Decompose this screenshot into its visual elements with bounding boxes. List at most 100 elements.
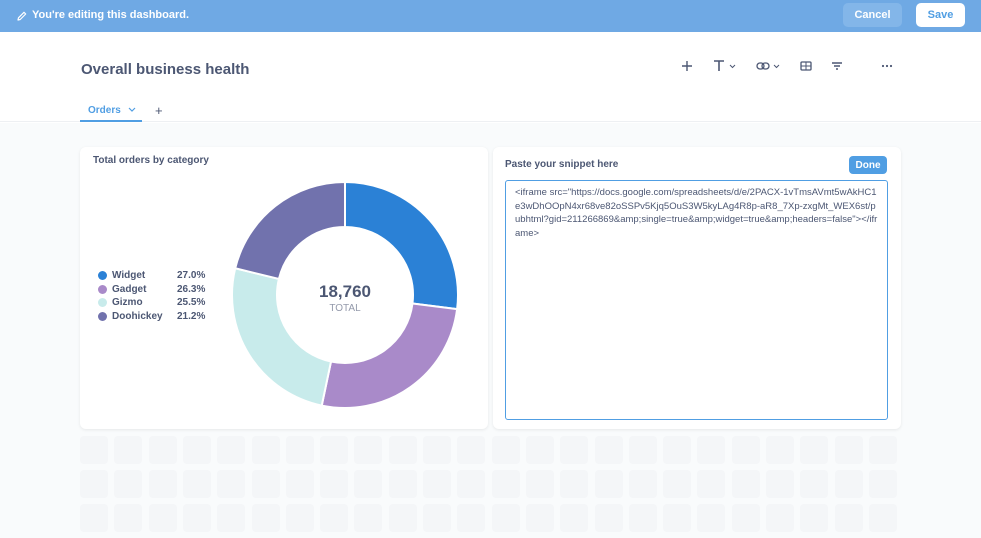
donut-slice-gadget[interactable] xyxy=(320,302,459,409)
grid-cell xyxy=(114,504,143,532)
legend-dot xyxy=(98,298,107,308)
grid-cell xyxy=(560,504,589,532)
legend-value: 21.2% xyxy=(177,310,206,322)
snippet-card: Paste your snippet here Done <iframe src… xyxy=(493,147,901,429)
grid-cell xyxy=(560,470,589,498)
grid-cell xyxy=(80,436,108,464)
grid-cell xyxy=(731,504,760,532)
legend-label: Gadget xyxy=(112,283,147,295)
chart-card[interactable]: Total orders by category Widget 27.0% Gadg… xyxy=(80,147,488,429)
grid-cell xyxy=(800,470,829,498)
add-link-icon[interactable] xyxy=(755,58,783,74)
total-value: 18,760 xyxy=(319,282,371,301)
grid-cell xyxy=(731,436,760,464)
grid-cell xyxy=(491,436,520,464)
legend-item[interactable]: Widget 27.0% xyxy=(98,269,217,283)
grid-cell xyxy=(354,470,383,498)
grid-cell xyxy=(697,504,726,532)
legend-item[interactable]: Gizmo 25.5% xyxy=(98,296,217,310)
grid-cell xyxy=(320,504,349,532)
grid-cell xyxy=(457,504,486,532)
grid-cell xyxy=(182,504,211,532)
grid-cell xyxy=(868,436,897,464)
grid-cell xyxy=(663,436,692,464)
grid-cell xyxy=(217,436,246,464)
grid-cell xyxy=(80,470,108,498)
grid-cell xyxy=(251,470,280,498)
grid-cell xyxy=(766,470,794,498)
save-button[interactable]: Save xyxy=(916,3,965,27)
grid-cell xyxy=(354,436,383,464)
grid-cell xyxy=(525,504,554,532)
grid-cell xyxy=(285,470,314,498)
grid-cell xyxy=(388,504,417,532)
grid-cell xyxy=(628,504,657,532)
grid-cell xyxy=(217,470,246,498)
dashboard-header: Overall business health Orders + xyxy=(0,32,981,122)
grid-cell xyxy=(148,436,177,464)
grid-cell xyxy=(560,436,589,464)
grid-cell xyxy=(285,436,314,464)
legend-value: 27.0% xyxy=(177,270,206,282)
grid-cell xyxy=(423,470,451,498)
donut-slice-doohickey[interactable] xyxy=(233,182,346,281)
grid-cell xyxy=(182,436,211,464)
edit-mode-message: You're editing this dashboard. xyxy=(32,9,190,21)
grid-cell xyxy=(525,470,554,498)
legend-dot xyxy=(98,271,107,281)
donut-chart: 18,760 TOTAL xyxy=(231,182,459,409)
grid-cell xyxy=(423,504,451,532)
grid-cell xyxy=(217,504,246,532)
tab-orders[interactable]: Orders xyxy=(80,102,142,122)
more-options-icon[interactable] xyxy=(880,58,894,74)
grid-cell xyxy=(800,504,829,532)
grid-cell xyxy=(491,470,520,498)
grid-cell xyxy=(594,436,623,464)
grid-cell xyxy=(285,504,314,532)
grid-cell xyxy=(525,436,554,464)
legend-label: Widget xyxy=(112,270,146,282)
grid-cell xyxy=(457,436,486,464)
grid-cell xyxy=(697,436,726,464)
total-label: TOTAL xyxy=(329,303,361,314)
grid-cell xyxy=(800,436,829,464)
grid-cell xyxy=(834,436,863,464)
chart-title[interactable]: Total orders by category xyxy=(93,155,209,166)
empty-grid-area xyxy=(80,436,901,538)
grid-cell xyxy=(868,504,897,532)
chevron-down-icon[interactable] xyxy=(128,107,136,113)
grid-cell xyxy=(114,436,143,464)
donut-slice-gizmo[interactable] xyxy=(231,267,333,407)
legend-label: Doohickey xyxy=(112,310,163,322)
legend-item[interactable]: Gadget 26.3% xyxy=(98,283,217,297)
grid-cell xyxy=(697,470,726,498)
snippet-input[interactable]: <iframe src="https://docs.google.com/spr… xyxy=(505,180,888,420)
grid-cell xyxy=(251,504,280,532)
grid-cell xyxy=(182,470,211,498)
legend-item[interactable]: Doohickey 21.2% xyxy=(98,310,217,324)
grid-cell xyxy=(663,470,692,498)
edit-mode-bar: You're editing this dashboard. Cancel Sa… xyxy=(0,0,981,32)
grid-cell xyxy=(834,470,863,498)
grid-cell xyxy=(80,504,108,532)
add-filter-icon[interactable] xyxy=(830,58,844,74)
dashboard-title[interactable]: Overall business health xyxy=(81,61,249,78)
grid-cell xyxy=(148,470,177,498)
chart-legend: Widget 27.0% Gadget 26.3% Gizmo 25.5% Doohicke… xyxy=(98,269,217,323)
grid-cell xyxy=(594,470,623,498)
grid-cell xyxy=(834,504,863,532)
add-tab-button[interactable]: + xyxy=(155,103,163,118)
snippet-title: Paste your snippet here xyxy=(505,159,619,170)
legend-dot xyxy=(98,284,107,294)
add-question-icon[interactable] xyxy=(680,58,694,74)
done-button[interactable]: Done xyxy=(849,156,887,174)
grid-cell xyxy=(148,504,177,532)
add-section-icon[interactable] xyxy=(799,58,813,74)
cancel-button[interactable]: Cancel xyxy=(843,3,902,27)
grid-cell xyxy=(251,436,280,464)
legend-value: 26.3% xyxy=(177,283,206,295)
grid-cell xyxy=(491,504,520,532)
grid-cell xyxy=(388,436,417,464)
grid-cell xyxy=(628,470,657,498)
add-text-icon[interactable] xyxy=(711,58,739,74)
